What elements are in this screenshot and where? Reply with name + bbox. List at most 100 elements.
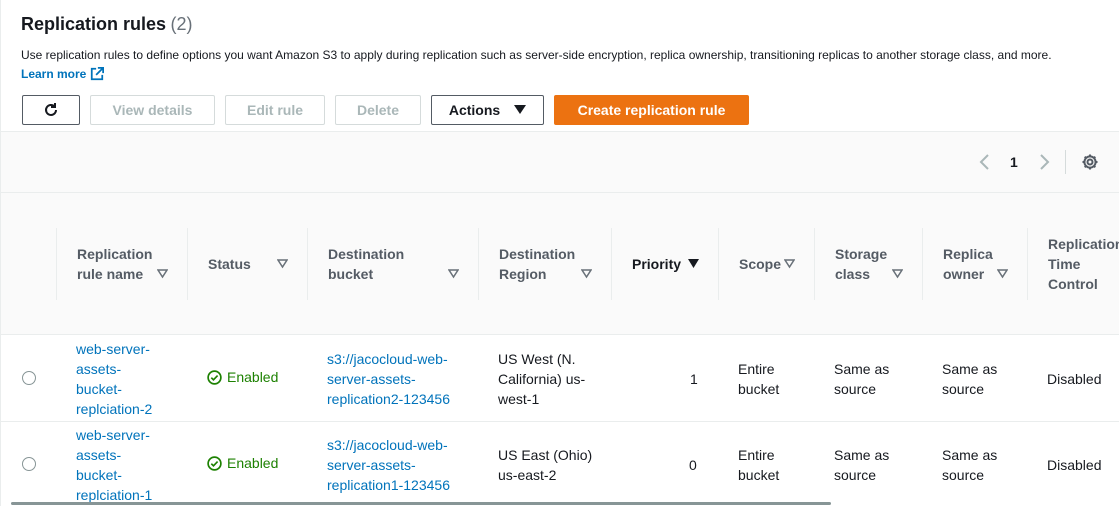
header-line: Replication xyxy=(77,246,153,262)
learn-more-link[interactable]: Learn more xyxy=(21,67,105,81)
rtc-value: Disabled xyxy=(1047,457,1102,473)
header-line: Time xyxy=(1048,256,1081,272)
text-line: Same as xyxy=(942,361,998,377)
edit-rule-button[interactable]: Edit rule xyxy=(225,95,325,125)
text-line: us-east-2 xyxy=(498,467,557,483)
external-link-icon xyxy=(91,67,105,81)
header-line: Replica xyxy=(943,246,993,262)
actions-label: Actions xyxy=(448,102,501,118)
sort-icon[interactable] xyxy=(997,269,1008,279)
text-line: Entire xyxy=(738,447,775,463)
column-header-name[interactable]: Replication rule name xyxy=(77,244,152,284)
text-line: assets- xyxy=(76,361,122,377)
header-line: Control xyxy=(1048,276,1098,292)
text-line: Same as xyxy=(942,447,998,463)
pagination-bar xyxy=(1,132,1119,192)
header-line: Destination xyxy=(499,246,576,262)
page-number[interactable]: 1 xyxy=(1010,154,1018,170)
rule-count: (2) xyxy=(170,14,193,34)
priority-value: 0 xyxy=(689,457,697,473)
column-header-destination-bucket[interactable]: Destination bucket xyxy=(328,244,404,284)
column-header-status[interactable]: Status xyxy=(208,254,251,274)
text-line: replciation-2 xyxy=(76,401,153,417)
sort-descending-icon[interactable] xyxy=(688,259,699,269)
header-line: bucket xyxy=(328,266,374,282)
column-header-storage-class[interactable]: Storage class xyxy=(835,244,887,284)
storage-class-value: Same as source xyxy=(834,359,889,399)
text-line: bucket- xyxy=(76,381,122,397)
replica-owner-value: Same as source xyxy=(942,359,997,399)
destination-bucket-link[interactable]: s3://jacocloud-web- server-assets- repli… xyxy=(327,435,450,495)
column-separator xyxy=(478,228,479,300)
scope-value: Entire bucket xyxy=(738,445,779,485)
text-line: source xyxy=(834,381,877,397)
column-header-scope[interactable]: Scope xyxy=(739,254,781,274)
text-line: bucket- xyxy=(76,467,122,483)
text-line: s3://jacocloud-web- xyxy=(327,437,448,453)
scope-value: Entire bucket xyxy=(738,359,779,399)
column-separator xyxy=(922,228,923,300)
page-title: Replication rules (2) xyxy=(21,14,193,35)
text-line: bucket xyxy=(738,467,780,483)
sort-icon[interactable] xyxy=(581,269,592,279)
title-text: Replication rules xyxy=(21,14,167,34)
text-line: web-server- xyxy=(76,341,150,357)
status-text: Enabled xyxy=(227,455,279,471)
pagination-separator xyxy=(1065,150,1066,174)
chevron-right-icon[interactable] xyxy=(1038,153,1050,171)
create-replication-rule-button[interactable]: Create replication rule xyxy=(554,95,749,125)
text-line: west-1 xyxy=(498,391,540,407)
gear-icon[interactable] xyxy=(1081,153,1099,171)
text-line: Same as xyxy=(834,447,890,463)
text-line: US West (N. xyxy=(498,351,576,367)
column-separator xyxy=(187,228,188,300)
text-line: bucket xyxy=(738,381,780,397)
header-line: Destination xyxy=(328,246,405,262)
sort-icon[interactable] xyxy=(277,259,288,269)
text-line: California) us- xyxy=(498,371,586,387)
sort-icon[interactable] xyxy=(448,269,459,279)
text-line: server-assets- xyxy=(327,371,416,387)
column-header-replication-time-control[interactable]: Replication Time Control xyxy=(1048,234,1119,294)
header-line: Region xyxy=(499,266,547,282)
storage-class-value: Same as source xyxy=(834,445,889,485)
sort-icon[interactable] xyxy=(892,269,903,279)
destination-bucket-link[interactable]: s3://jacocloud-web- server-assets- repli… xyxy=(327,349,450,409)
priority-value: 1 xyxy=(690,371,698,387)
text-line: assets- xyxy=(76,447,122,463)
chevron-left-icon[interactable] xyxy=(979,153,991,171)
replica-owner-value: Same as source xyxy=(942,445,997,485)
text-line: Entire xyxy=(738,361,775,377)
text-line: source xyxy=(942,381,985,397)
sort-icon[interactable] xyxy=(157,269,168,279)
column-separator xyxy=(814,228,815,300)
sort-icon[interactable] xyxy=(784,259,795,269)
view-details-button[interactable]: View details xyxy=(90,95,215,125)
rule-name-link[interactable]: web-server- assets- bucket- replciation-… xyxy=(76,425,152,505)
column-separator xyxy=(307,228,308,300)
replication-rules-panel: Replication rules (2) Use replication ru… xyxy=(0,0,1119,506)
row-select-radio[interactable] xyxy=(22,457,36,471)
text-line: replication1-123456 xyxy=(327,477,450,493)
text-line: s3://jacocloud-web- xyxy=(327,351,448,367)
text-line: US East (Ohio) xyxy=(498,447,593,463)
row-select-radio[interactable] xyxy=(22,371,36,385)
destination-region: US West (N. California) us- west-1 xyxy=(498,349,585,409)
column-header-priority[interactable]: Priority xyxy=(632,254,681,274)
actions-dropdown[interactable]: Actions xyxy=(431,95,544,125)
caret-down-icon xyxy=(514,105,527,114)
column-header-replica-owner[interactable]: Replica owner xyxy=(943,244,993,284)
rule-name-link[interactable]: web-server- assets- bucket- replciation-… xyxy=(76,339,152,419)
text-line: replication2-123456 xyxy=(327,391,450,407)
column-header-destination-region[interactable]: Destination Region xyxy=(499,244,575,284)
text-line: server-assets- xyxy=(327,457,416,473)
horizontal-scrollbar[interactable] xyxy=(11,502,831,505)
refresh-button[interactable] xyxy=(22,95,80,125)
column-separator xyxy=(718,228,719,300)
header-line: Storage xyxy=(835,246,888,262)
delete-button[interactable]: Delete xyxy=(335,95,421,125)
refresh-icon xyxy=(45,103,57,116)
check-circle-icon xyxy=(207,369,222,385)
text-line: Same as xyxy=(834,361,890,377)
status-badge: Enabled xyxy=(207,455,278,471)
